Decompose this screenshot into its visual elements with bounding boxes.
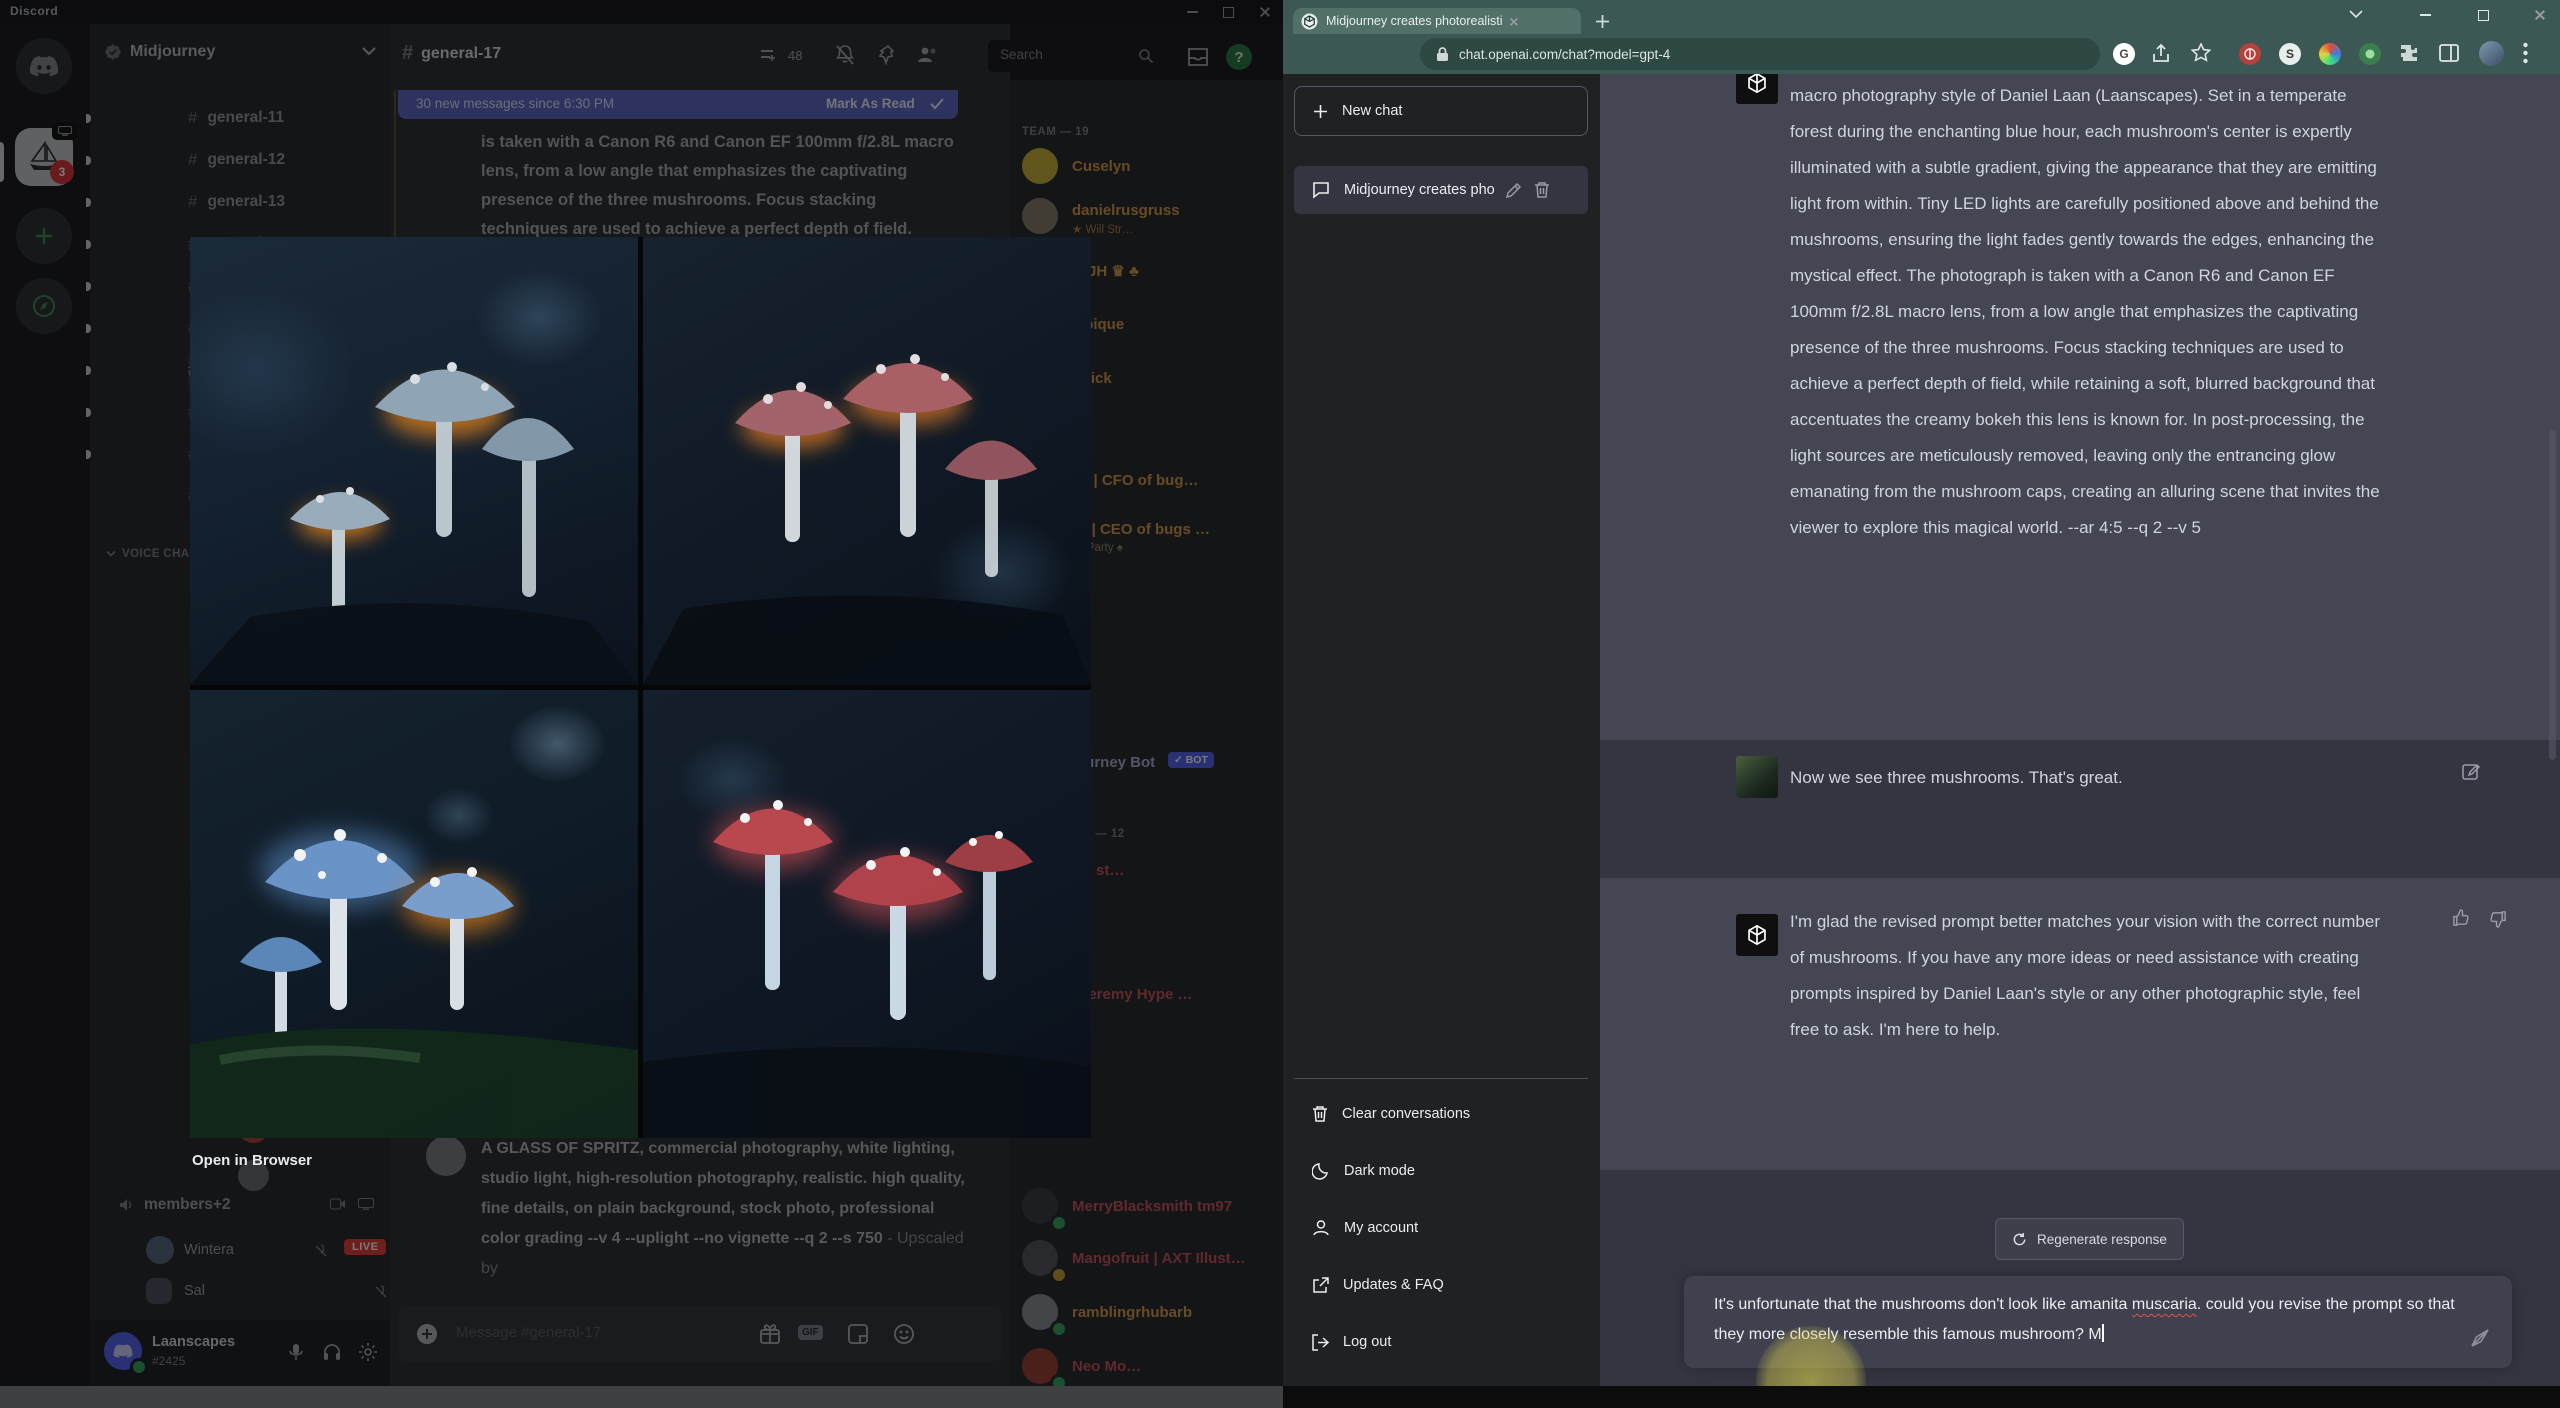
grid-image-top-right	[643, 237, 1091, 685]
window-menu-chevron-icon[interactable]	[2349, 10, 2363, 19]
edit-message-icon[interactable]	[2462, 762, 2482, 782]
browser-window: Midjourney creates photorealisti chat.op…	[1283, 0, 2560, 1408]
grid-image-bottom-right	[643, 690, 1091, 1138]
chat-bubble-icon	[1313, 182, 1329, 199]
assistant-message-row: macro photography style of Daniel Laan (…	[1600, 74, 2560, 740]
assistant-message-text: macro photography style of Daniel Laan (…	[1790, 86, 2380, 537]
new-tab-button[interactable]	[1595, 14, 1610, 29]
desktop-strip	[1283, 1386, 2560, 1408]
url-text: chat.openai.com/chat?model=gpt-4	[1459, 46, 1671, 62]
external-link-icon	[1313, 1276, 1329, 1293]
assistant-message-row: I'm glad the revised prompt better match…	[1600, 878, 2560, 1170]
extension-icon[interactable]: S	[2279, 43, 2301, 65]
profile-avatar[interactable]	[2479, 41, 2504, 66]
tab-close-icon[interactable]	[1510, 17, 1519, 26]
send-icon[interactable]	[2470, 1328, 2490, 1348]
grid-image-top-left	[190, 237, 638, 685]
new-chat-button[interactable]: New chat	[1294, 86, 1588, 136]
refresh-icon	[2013, 1232, 2026, 1245]
google-icon[interactable]: G	[2113, 43, 2135, 65]
extension-icon[interactable]	[2359, 43, 2381, 65]
chatgpt-page: New chat Midjourney creates pho Clear co…	[1283, 74, 2560, 1408]
browser-minimize-button[interactable]	[2411, 7, 2439, 23]
screenshot-root: Discord 3	[0, 0, 2560, 1408]
share-icon[interactable]	[2151, 44, 2171, 64]
thumbs-up-icon[interactable]	[2452, 908, 2471, 927]
misspelled-word: muscaria	[2131, 1296, 2197, 1313]
assistant-message-text: I'm glad the revised prompt better match…	[1790, 912, 2381, 1039]
menu-clear-conversations[interactable]: Clear conversations	[1294, 1090, 1588, 1138]
plus-icon	[1314, 104, 1327, 118]
tab-title: Midjourney creates photorealisti	[1326, 14, 1503, 28]
openai-logo-icon	[1748, 924, 1766, 946]
trash-icon[interactable]	[1534, 181, 1550, 199]
discord-window: Discord 3	[0, 0, 1283, 1386]
logout-icon	[1312, 1333, 1329, 1351]
user-message-text: Now we see three mushrooms. That's great…	[1790, 768, 2123, 787]
browser-menu-kebab-icon[interactable]	[2523, 42, 2528, 64]
menu-updates-faq[interactable]: Updates & FAQ	[1294, 1261, 1588, 1309]
chatgpt-avatar	[1736, 74, 1778, 104]
user-icon	[1313, 1220, 1329, 1236]
sidebar-divider	[1294, 1078, 1588, 1079]
extension-icon[interactable]	[2319, 43, 2341, 65]
chatgpt-favicon	[1301, 13, 1318, 29]
menu-log-out[interactable]: Log out	[1294, 1318, 1588, 1366]
chatgpt-sidebar: New chat Midjourney creates pho Clear co…	[1283, 74, 1600, 1386]
menu-dark-mode[interactable]: Dark mode	[1294, 1147, 1588, 1195]
thumbs-down-icon[interactable]	[2488, 910, 2507, 929]
lock-icon	[1437, 47, 1448, 61]
conversation-item[interactable]: Midjourney creates pho	[1294, 166, 1588, 214]
user-message-row: Now we see three mushrooms. That's great…	[1600, 740, 2560, 878]
chatgpt-avatar	[1736, 914, 1778, 956]
desktop-strip	[0, 1386, 1283, 1408]
menu-my-account[interactable]: My account	[1294, 1204, 1588, 1252]
moon-icon	[1312, 1163, 1328, 1180]
bookmark-star-icon[interactable]	[2191, 43, 2211, 63]
conversation-title: Midjourney creates pho	[1344, 182, 1495, 198]
scrollbar-thumb[interactable]	[2549, 430, 2556, 760]
trash-icon	[1313, 1106, 1327, 1122]
open-in-browser-link[interactable]: Open in Browser	[192, 1152, 312, 1169]
extensions-puzzle-icon[interactable]	[2399, 43, 2419, 63]
side-panel-icon[interactable]	[2439, 43, 2459, 63]
url-bar[interactable]: chat.openai.com/chat?model=gpt-4	[1420, 38, 2100, 70]
edit-pencil-icon[interactable]	[1505, 182, 1522, 199]
extension-icon[interactable]	[2239, 43, 2261, 65]
midjourney-image-grid[interactable]	[190, 237, 1091, 1138]
grid-image-bottom-left	[190, 690, 638, 1138]
text-caret	[2101, 1324, 2104, 1342]
browser-close-button[interactable]	[2525, 6, 2553, 22]
regenerate-response-button[interactable]: Regenerate response	[1995, 1218, 2184, 1260]
user-avatar	[1736, 756, 1778, 798]
browser-tab[interactable]: Midjourney creates photorealisti	[1293, 8, 1581, 34]
openai-logo-icon	[1748, 74, 1766, 94]
browser-maximize-button[interactable]	[2469, 7, 2497, 23]
